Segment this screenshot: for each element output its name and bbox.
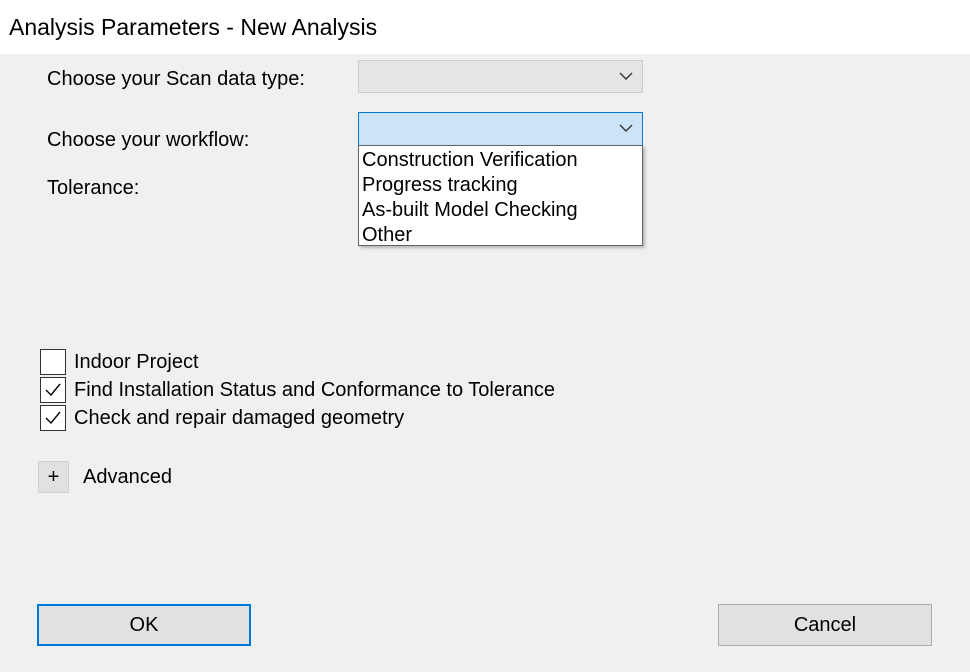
workflow-combo[interactable] bbox=[358, 112, 643, 146]
installation-status-label: Find Installation Status and Conformance… bbox=[74, 379, 556, 401]
scan-data-type-label: Choose your Scan data type: bbox=[47, 68, 305, 90]
chevron-down-icon bbox=[619, 124, 633, 132]
indoor-project-checkbox[interactable] bbox=[40, 349, 66, 375]
cancel-button[interactable]: Cancel bbox=[718, 604, 932, 646]
checkmark-icon bbox=[45, 411, 61, 425]
title-bar: Analysis Parameters - New Analysis bbox=[0, 0, 970, 54]
workflow-label: Choose your workflow: bbox=[47, 129, 250, 151]
indoor-project-label: Indoor Project bbox=[74, 351, 199, 373]
ok-button[interactable]: OK bbox=[37, 604, 251, 646]
chevron-down-icon bbox=[619, 72, 633, 80]
tolerance-label: Tolerance: bbox=[47, 177, 140, 199]
scan-data-type-combo[interactable] bbox=[358, 60, 643, 93]
repair-geometry-label: Check and repair damaged geometry bbox=[74, 407, 405, 429]
workflow-option[interactable]: Other bbox=[362, 223, 412, 247]
advanced-expand-button[interactable]: + bbox=[38, 461, 69, 493]
checkmark-icon bbox=[45, 383, 61, 397]
workflow-option[interactable]: Progress tracking bbox=[362, 173, 518, 197]
workflow-option[interactable]: Construction Verification bbox=[362, 148, 578, 172]
advanced-label: Advanced bbox=[83, 466, 172, 488]
workflow-dropdown-list: Construction Verification Progress track… bbox=[358, 145, 643, 246]
installation-status-checkbox[interactable] bbox=[40, 377, 66, 403]
window-title: Analysis Parameters - New Analysis bbox=[9, 14, 378, 40]
workflow-option[interactable]: As-built Model Checking bbox=[362, 198, 578, 222]
repair-geometry-checkbox[interactable] bbox=[40, 405, 66, 431]
